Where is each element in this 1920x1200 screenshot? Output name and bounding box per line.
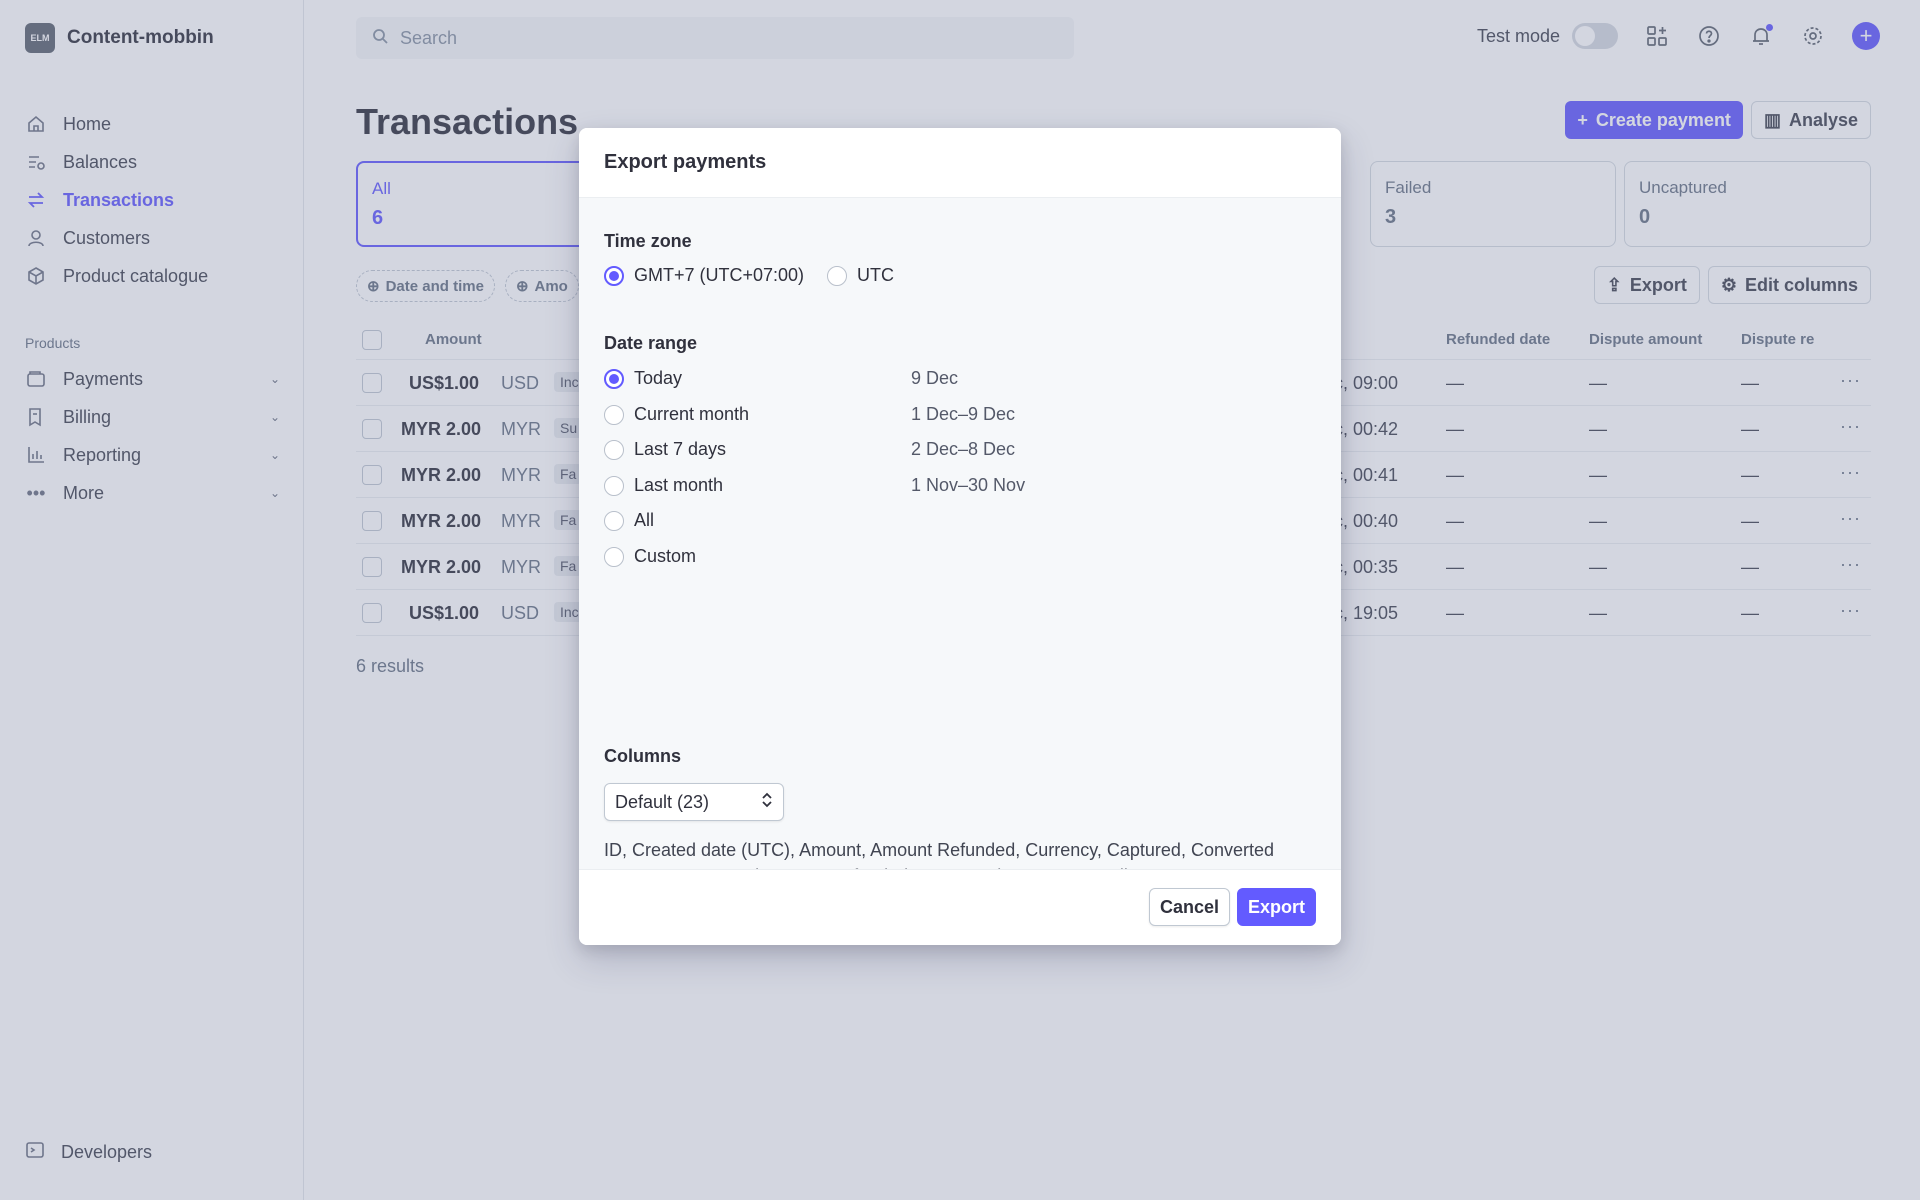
columns-select[interactable]: Default (23) (604, 783, 784, 821)
date-range-option-today[interactable]: Today (604, 368, 682, 389)
radio-button[interactable] (604, 475, 624, 496)
date-range-value: 1 Nov–30 Nov (911, 475, 1026, 495)
radio-button[interactable] (827, 265, 847, 286)
date-range-label: Date range (604, 333, 698, 353)
radio-label: Last month (634, 475, 724, 495)
cancel-button[interactable]: Cancel (1148, 888, 1230, 926)
radio-button[interactable] (604, 546, 624, 567)
export-button[interactable]: Export (1236, 888, 1316, 926)
timezone-option-gmt7[interactable]: GMT+7 (UTC+07:00) (604, 265, 804, 286)
updown-chevron-icon (761, 791, 773, 814)
columns-label: Columns (604, 746, 682, 766)
radio-label: UTC (857, 265, 894, 285)
date-range-value: 2 Dec–8 Dec (911, 439, 1016, 459)
dialog-footer: Cancel Export (579, 869, 1341, 945)
date-range-option-current-month[interactable]: Current month (604, 404, 749, 425)
date-range-value: 1 Dec–9 Dec (911, 404, 1016, 424)
radio-button[interactable] (604, 510, 624, 531)
radio-button[interactable] (604, 368, 624, 389)
radio-label: Today (634, 368, 683, 388)
columns-select-value: Default (23) (615, 791, 710, 812)
radio-button[interactable] (604, 265, 624, 286)
radio-label: GMT+7 (UTC+07:00) (634, 265, 805, 285)
radio-label: Current month (634, 404, 750, 424)
timezone-option-utc[interactable]: UTC (827, 265, 894, 286)
date-range-option-last-7-days[interactable]: Last 7 days (604, 439, 726, 460)
date-range-value: 9 Dec (911, 368, 959, 388)
radio-label: Last 7 days (634, 439, 727, 459)
dialog-title: Export payments (604, 151, 767, 173)
radio-button[interactable] (604, 404, 624, 425)
date-range-option-all[interactable]: All (604, 510, 654, 531)
date-range-option-last-month[interactable]: Last month (604, 475, 723, 496)
radio-label: All (634, 510, 655, 530)
radio-button[interactable] (604, 439, 624, 460)
radio-label: Custom (634, 546, 697, 566)
dialog-header: Export payments (579, 128, 1341, 198)
date-range-option-custom[interactable]: Custom (604, 546, 696, 567)
export-payments-dialog: Export payments Time zone GMT+7 (UTC+07:… (579, 128, 1341, 945)
timezone-label: Time zone (604, 231, 692, 251)
